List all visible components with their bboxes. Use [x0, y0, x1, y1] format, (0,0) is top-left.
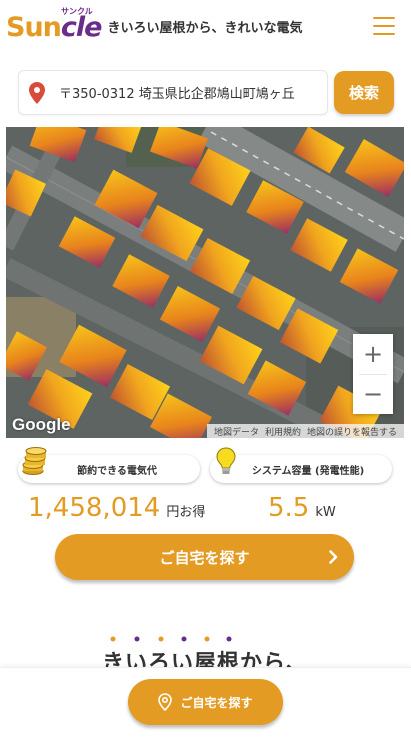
system-capacity-amount: 5.5	[268, 493, 310, 523]
search-button[interactable]: 検索	[334, 71, 394, 114]
coins-icon	[22, 447, 47, 475]
system-value: 5.5 kW	[268, 493, 336, 523]
terms-link[interactable]: 利用規約	[262, 425, 304, 438]
savings-value: 1,458,014 円お得	[28, 493, 205, 523]
chevron-right-icon	[323, 547, 343, 567]
address-search-input[interactable]	[59, 85, 309, 100]
savings-amount: 1,458,014	[28, 493, 161, 523]
address-search-box[interactable]	[18, 70, 328, 115]
map-zoom-control: + −	[353, 334, 393, 414]
lightbulb-icon	[216, 447, 236, 474]
system-capacity-unit: kW	[315, 505, 336, 520]
site-tagline: きいろい屋根から、きれいな電気	[107, 20, 303, 36]
suncle-logo[interactable]: Suncle サンクル	[6, 7, 102, 43]
aerial-roof-imagery	[6, 127, 404, 438]
google-logo: Google	[12, 415, 71, 434]
bottom-find-home-label: ご自宅を探す	[180, 695, 253, 710]
satellite-map[interactable]: + − Google 地図データ 利用規約 地図の誤りを報告する	[6, 127, 404, 438]
location-pin-icon	[29, 81, 45, 104]
bottom-sticky-bar: ご自宅を探す	[0, 667, 411, 737]
savings-label: 節約できる電気代	[77, 465, 157, 477]
find-home-label: ご自宅を探す	[159, 548, 250, 567]
zoom-in-button[interactable]: +	[353, 334, 393, 374]
address-search-bar: 検索	[18, 70, 394, 115]
site-header: Suncle サンクル きいろい屋根から、きれいな電気	[0, 0, 411, 54]
savings-unit: 円お得	[166, 505, 206, 520]
logo-main-text: Sun	[6, 11, 62, 43]
map-data-link[interactable]: 地図データ	[211, 425, 262, 438]
report-error-link[interactable]: 地図の誤りを報告する	[304, 425, 400, 438]
system-capacity-label: システム容量 (発電性能)	[251, 465, 365, 477]
decorative-dots	[110, 636, 232, 642]
logo-ruby-text: サンクル	[61, 6, 93, 16]
system-label-pill: システム容量 (発電性能)	[210, 455, 392, 483]
find-home-button[interactable]: ご自宅を探す	[55, 534, 354, 580]
bottom-find-home-button[interactable]: ご自宅を探す	[128, 679, 283, 725]
zoom-out-button[interactable]: −	[353, 374, 393, 414]
hamburger-menu-icon[interactable]	[373, 17, 395, 35]
location-pin-outline-icon	[158, 693, 173, 711]
map-attribution: 地図データ 利用規約 地図の誤りを報告する	[206, 424, 404, 438]
